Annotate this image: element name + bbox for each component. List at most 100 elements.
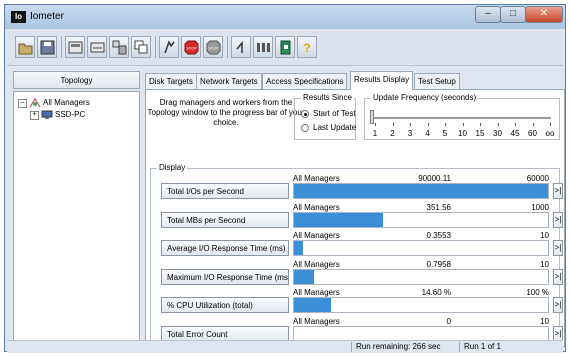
tab-results-display[interactable]: Results Display <box>350 71 414 90</box>
frequency-slider-thumb[interactable] <box>370 110 374 124</box>
progress-bar-fill <box>294 241 304 255</box>
update-frequency-group: Update Frequency (seconds) 1 2 3 4 5 10 15 30 45… <box>364 93 560 140</box>
add-manager-icon <box>112 40 127 55</box>
status-bar: Run remaining: 266 sec Run 1 of 1 <box>7 340 563 353</box>
frequency-option[interactable]: oo <box>542 129 558 138</box>
tab-disk-targets[interactable]: Disk Targets <box>145 73 197 89</box>
metric-select-button[interactable]: Maximum I/O Response Time (ms) <box>161 268 289 285</box>
scale-button[interactable]: >| <box>553 240 563 256</box>
run-count-status: Run 1 of 1 <box>459 342 501 352</box>
frequency-option[interactable]: 2 <box>385 129 401 138</box>
progress-bar[interactable] <box>293 211 549 228</box>
results-since-group: Results Since Start of Test Last Update <box>294 93 356 140</box>
row-max-value: 1000 <box>531 202 549 212</box>
frequency-tick <box>375 123 376 126</box>
result-row: Average I/O Response Time (ms) All Manage… <box>151 230 563 260</box>
run-remaining-status: Run remaining: 266 sec <box>351 342 441 352</box>
close-button[interactable]: ✕ <box>525 6 563 23</box>
disconnect-icon <box>257 43 270 52</box>
frequency-option[interactable]: 30 <box>490 129 506 138</box>
update-frequency-label: Update Frequency (seconds) <box>371 93 479 102</box>
start-tests-icon <box>164 40 175 54</box>
topology-tree[interactable]: – All Managers + SSD-PC <box>13 91 140 347</box>
progress-bar-fill <box>294 298 332 312</box>
start-tests-button[interactable] <box>159 36 179 58</box>
progress-bar[interactable] <box>293 268 549 285</box>
toolbar-separator <box>227 36 228 58</box>
progress-bar[interactable] <box>293 183 549 199</box>
metric-select-button[interactable]: Total MBs per Second <box>161 211 289 228</box>
metric-select-button[interactable]: Average I/O Response Time (ms) <box>161 240 289 256</box>
row-value: 0.7958 <box>426 259 451 269</box>
stop-button[interactable]: STOP <box>181 36 201 58</box>
svg-text:?: ? <box>303 41 310 55</box>
radio-label: Start of Test <box>313 109 356 118</box>
display-group: Display Total I/Os per Second All Manager… <box>150 163 563 344</box>
frequency-option[interactable]: 10 <box>455 129 471 138</box>
scale-button[interactable]: >| <box>553 183 563 199</box>
display-label: Display <box>157 163 188 172</box>
tree-item-ssd-pc[interactable]: + SSD-PC <box>30 110 85 120</box>
scale-button[interactable]: >| <box>553 211 563 228</box>
row-value: 0 <box>446 316 451 326</box>
scale-button[interactable]: >| <box>553 268 563 285</box>
tab-test-setup[interactable]: Test Setup <box>414 73 460 89</box>
progress-bar-fill <box>294 269 315 284</box>
row-max-value: 10 <box>540 231 549 240</box>
frequency-slider-track[interactable] <box>371 117 551 119</box>
row-manager-label: All Managers <box>293 174 340 183</box>
progress-bar[interactable] <box>293 297 549 313</box>
metric-select-button[interactable]: Total I/Os per Second <box>161 183 289 199</box>
new-network-worker-icon <box>90 42 105 53</box>
frequency-tick <box>497 123 499 126</box>
frequency-option[interactable]: 4 <box>420 129 436 138</box>
frequency-option[interactable]: 1 <box>367 129 383 138</box>
app-window: Io Iometer – □ ✕ STOP STOP ? Topology – … <box>4 4 566 353</box>
stop-all-button[interactable]: STOP <box>203 36 223 58</box>
radio-start-of-test[interactable]: Start of Test <box>301 109 356 118</box>
metric-select-button[interactable]: % CPU Utilization (total) <box>161 297 289 313</box>
progress-bar[interactable] <box>293 240 549 256</box>
copy-worker-button[interactable] <box>131 36 151 58</box>
row-manager-label: All Managers <box>293 202 340 212</box>
frequency-tick <box>410 123 411 126</box>
row-max-value: 100 % <box>526 288 549 297</box>
progress-bar-fill <box>294 212 384 227</box>
maximize-button[interactable]: □ <box>500 6 526 23</box>
new-disk-worker-button[interactable] <box>65 36 85 58</box>
expand-icon[interactable]: + <box>30 110 39 120</box>
results-since-label: Results Since <box>301 93 354 102</box>
new-disk-worker-icon <box>68 41 83 54</box>
tree-item-all-managers[interactable]: – All Managers <box>18 98 90 108</box>
add-manager-button[interactable] <box>109 36 129 58</box>
frequency-option[interactable]: 60 <box>525 129 541 138</box>
minimize-button[interactable]: – <box>475 6 501 23</box>
tab-access-specifications[interactable]: Access Specifications <box>262 73 348 89</box>
stop-icon: STOP <box>184 40 199 55</box>
frequency-option[interactable]: 5 <box>437 129 453 138</box>
row-value: 90000.11 <box>418 174 451 183</box>
reset-workers-button[interactable] <box>231 36 251 58</box>
title-bar[interactable]: Io Iometer – □ ✕ <box>5 5 565 29</box>
topology-panel: Topology – All Managers + SSD-PC <box>13 71 140 347</box>
scale-button[interactable]: >| <box>553 297 563 313</box>
toolbar: STOP STOP ? <box>7 31 563 66</box>
tab-network-targets[interactable]: Network Targets <box>196 73 262 89</box>
result-row: Total MBs per Second All Managers 351.56 10… <box>151 202 563 232</box>
radio-last-update[interactable]: Last Update <box>301 123 356 132</box>
frequency-option[interactable]: 15 <box>472 129 488 138</box>
about-icon: ? <box>303 41 310 55</box>
new-network-worker-button[interactable] <box>87 36 107 58</box>
frequency-option[interactable]: 3 <box>402 129 418 138</box>
disconnect-button[interactable] <box>253 36 273 58</box>
frequency-option[interactable]: 45 <box>507 129 523 138</box>
radio-label: Last Update <box>313 123 357 132</box>
exit-button[interactable] <box>275 36 295 58</box>
result-row: % CPU Utilization (total) All Managers 14.… <box>151 287 563 317</box>
about-button[interactable]: ? <box>297 36 317 58</box>
save-button[interactable] <box>37 36 57 58</box>
row-value: 14.60 % <box>421 288 451 297</box>
row-max-value: 60000 <box>526 174 549 183</box>
collapse-icon[interactable]: – <box>18 98 27 108</box>
open-button[interactable] <box>15 36 35 58</box>
